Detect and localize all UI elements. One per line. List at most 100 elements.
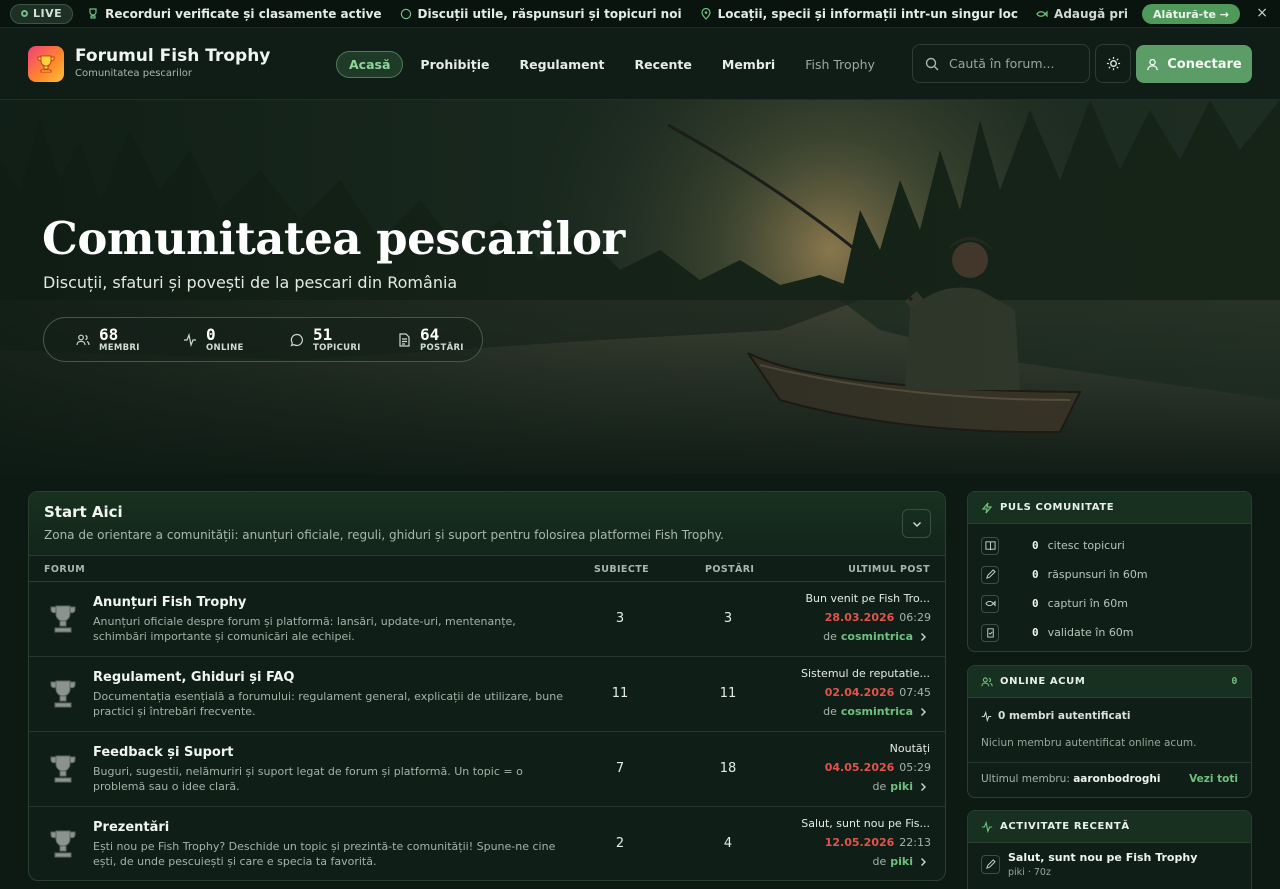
trophy-icon (89, 7, 97, 19)
last-post-date: 12.05.2026 22:13 (824, 836, 931, 849)
document-icon (399, 332, 410, 347)
site-logo[interactable] (28, 46, 64, 82)
site-header: Forumul Fish Trophy Comunitatea pescaril… (0, 28, 1280, 100)
live-badge: LIVE (10, 3, 74, 24)
search-icon (925, 57, 939, 70)
nav-prohibitie[interactable]: Prohibiție (407, 51, 502, 78)
book-icon (984, 541, 996, 551)
login-button[interactable]: Conectare (1136, 45, 1252, 83)
see-all-link[interactable]: Vezi toti (1189, 773, 1238, 785)
last-post-date: 28.03.2026 06:29 (824, 611, 931, 624)
forum-row[interactable]: Feedback și Suport Buguri, sugestii, nel… (29, 732, 945, 807)
chevron-down-icon (912, 521, 921, 527)
community-stats: 68 MEMBRI 0 ONLINE 51 TOPICURI 64 POSTĂRI (43, 317, 483, 362)
forum-description: Documentația esențială a forumului: regu… (93, 690, 563, 718)
author-link[interactable]: cosmintrica (841, 630, 913, 643)
forum-title[interactable]: Feedback și Suport (93, 745, 233, 760)
forum-row[interactable]: Anunțuri Fish Trophy Anunțuri oficiale d… (29, 582, 945, 657)
subjects-count: 2 (615, 836, 625, 851)
site-title[interactable]: Forumul Fish Trophy (75, 46, 270, 66)
stat-online: 0 ONLINE (151, 326, 258, 353)
last-post-author: de piki (873, 780, 929, 793)
subjects-count: 3 (615, 611, 625, 626)
stat-topics: 51 TOPICURI (258, 326, 365, 353)
forum-title[interactable]: Anunțuri Fish Trophy (93, 595, 246, 610)
trophy-icon (50, 605, 76, 633)
online-header: ONLINE ACUM 0 (968, 666, 1251, 698)
nav-membri[interactable]: Membri (709, 51, 788, 78)
pencil-icon (986, 859, 996, 869)
column-posts: POSTĂRI (705, 564, 755, 575)
activity-icon (184, 332, 196, 347)
activity-item-title[interactable]: Salut, sunt nou pe Fish Trophy (1008, 851, 1197, 864)
activity-header: ACTIVITATE RECENTĂ (968, 811, 1251, 843)
column-last-post: ULTIMUL POST (848, 564, 930, 575)
last-post-title[interactable]: Salut, sunt nou pe Fis... (790, 817, 930, 830)
hero-title: Comunitatea pescarilor (42, 212, 625, 265)
chevron-right-icon[interactable] (917, 631, 929, 643)
activity-icon (981, 820, 993, 833)
last-post-title[interactable]: Bun venit pe Fish Tro... (790, 592, 930, 605)
stat-posts: 64 POSTĂRI (365, 326, 472, 353)
pulse-row: 0 răspunsuri în 60m (968, 560, 1251, 589)
author-link[interactable]: piki (890, 855, 913, 868)
subjects-count: 7 (615, 761, 625, 776)
hero-banner: Comunitatea pescarilor Discuții, sfaturi… (0, 100, 1280, 474)
fish-icon (1036, 10, 1048, 17)
trophy-icon (50, 680, 76, 708)
author-link[interactable]: piki (890, 780, 913, 793)
search-box (912, 44, 1090, 83)
forum-title[interactable]: Prezentări (93, 820, 169, 835)
author-link[interactable]: cosmintrica (841, 705, 913, 718)
forum-row[interactable]: Regulament, Ghiduri și FAQ Documentația … (29, 657, 945, 732)
ticker-item: Recorduri verificate și clasamente activ… (87, 7, 382, 21)
chat-bubble-icon (290, 333, 303, 346)
forum-description: Anunțuri oficiale despre forum și platfo… (93, 615, 516, 643)
last-post-title[interactable]: Sistemul de reputatie... (790, 667, 930, 680)
pencil-icon (985, 569, 996, 579)
last-member-link[interactable]: aaronbodroghi (1073, 773, 1160, 785)
posts-count: 4 (723, 836, 733, 851)
forum-description: Buguri, sugestii, nelămuriri și suport l… (93, 765, 523, 793)
search-input[interactable] (949, 56, 1079, 71)
table-header: FORUM SUBIECTE POSTĂRI ULTIMUL POST (29, 556, 945, 582)
pulse-row: 0 capturi în 60m (968, 589, 1251, 618)
join-button[interactable]: Alătură-te → (1142, 4, 1240, 24)
users-icon (76, 334, 90, 345)
ticker-item: Locații, specii și informații intr-un si… (700, 7, 1018, 21)
column-forum: FORUM (44, 564, 86, 575)
forum-category-panel: Start Aici Zona de orientare a comunităț… (28, 491, 946, 881)
pulse-row: 0 validate în 60m (968, 618, 1251, 647)
announcement-ticker: LIVE Recorduri verificate și clasamente … (0, 0, 1280, 28)
subjects-count: 11 (611, 686, 629, 701)
nav-recente[interactable]: Recente (622, 51, 705, 78)
forum-row[interactable]: Prezentări Ești nou pe Fish Trophy? Desc… (29, 807, 945, 880)
close-icon[interactable]: × (1256, 5, 1268, 21)
nav-acasa[interactable]: Acasă (336, 51, 404, 78)
theme-toggle-button[interactable] (1095, 44, 1131, 83)
category-title: Start Aici (44, 503, 123, 521)
chevron-right-icon[interactable] (917, 706, 929, 718)
last-post-author: de piki (873, 855, 929, 868)
category-header: Start Aici Zona de orientare a comunităț… (29, 492, 945, 556)
community-pulse-card: PULS COMUNITATE 0 citesc topicuri 0 răspun… (967, 491, 1252, 652)
forum-description: Ești nou pe Fish Trophy? Deschide un top… (93, 840, 556, 868)
trophy-icon (50, 755, 76, 783)
ticker-item: Adaugă prima ta captură în m (1036, 7, 1127, 21)
recent-activity-card: ACTIVITATE RECENTĂ Salut, sunt nou pe Fi… (967, 810, 1252, 889)
chevron-right-icon[interactable] (917, 856, 929, 868)
last-post-author: de cosmintrica (823, 705, 929, 718)
hero-subtitle: Discuții, sfaturi și povești de la pesca… (43, 273, 458, 292)
last-post-title[interactable]: Noutăți (790, 742, 930, 755)
nav-fish-trophy[interactable]: Fish Trophy (792, 51, 888, 78)
pulse-header: PULS COMUNITATE (968, 492, 1251, 524)
posts-count: 11 (719, 686, 737, 701)
sun-icon (1106, 56, 1120, 71)
forum-title[interactable]: Regulament, Ghiduri și FAQ (93, 670, 294, 685)
collapse-button[interactable] (902, 509, 931, 538)
nav-regulament[interactable]: Regulament (506, 51, 617, 78)
trophy-icon (50, 830, 76, 858)
online-count: 0 (1231, 676, 1238, 687)
trophy-icon (37, 55, 55, 73)
chevron-right-icon[interactable] (917, 781, 929, 793)
